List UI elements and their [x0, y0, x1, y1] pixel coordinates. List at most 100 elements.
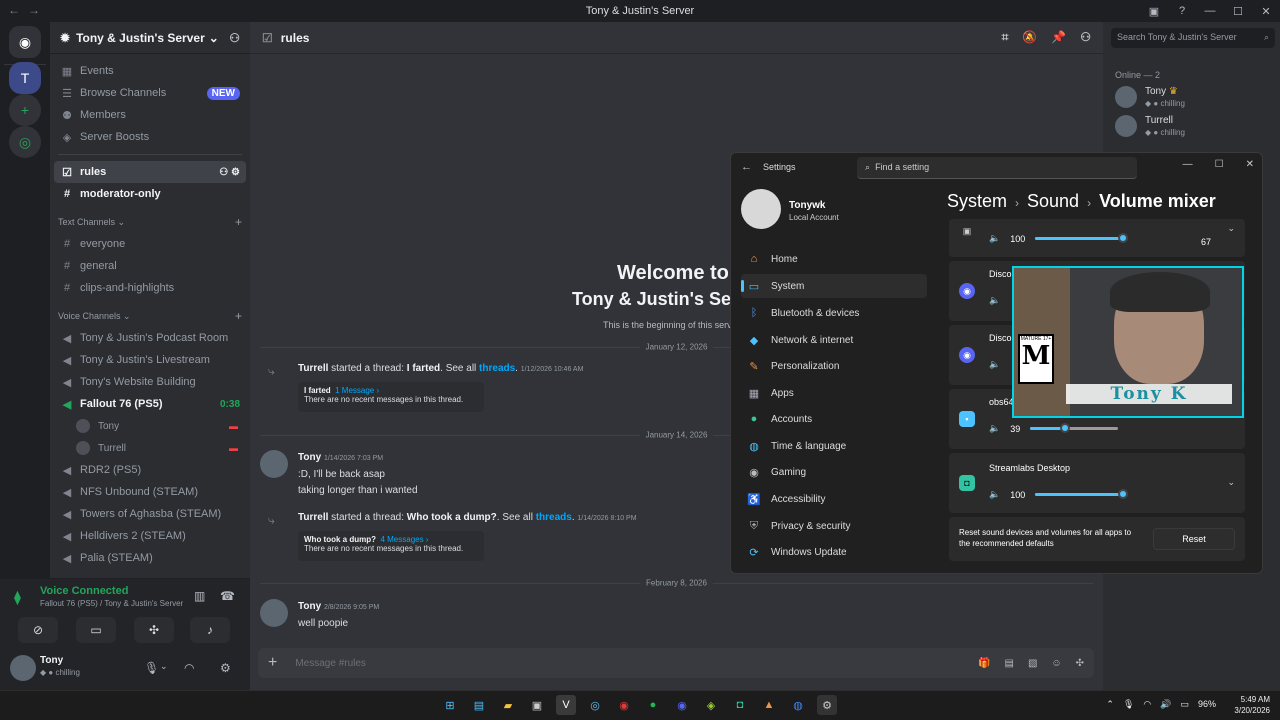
minimize-icon[interactable]: —: [1183, 159, 1193, 170]
menu-server-boosts[interactable]: ◈ Server Boosts: [54, 126, 246, 148]
nav-home[interactable]: ⌂ Home: [741, 247, 927, 271]
channel-actions-icon[interactable]: ⚇ ⚙: [219, 167, 240, 178]
inbox-icon[interactable]: ▣: [1140, 5, 1168, 18]
gift-icon[interactable]: 🎁: [978, 658, 990, 669]
maximize-icon[interactable]: ☐: [1224, 5, 1252, 18]
battery-icon[interactable]: ▭: [1180, 699, 1189, 710]
server-header[interactable]: ✹ Tony & Justin's Server ⌄ ⚇: [50, 22, 250, 54]
app-icon[interactable]: ◉: [614, 695, 634, 715]
help-icon[interactable]: ?: [1168, 5, 1196, 17]
soundboard-button[interactable]: ♪: [190, 617, 230, 643]
screen-share-button[interactable]: ▭: [76, 617, 116, 643]
voice-user[interactable]: Turrell ▬: [50, 437, 250, 459]
add-channel-icon[interactable]: +: [235, 215, 242, 229]
message-input[interactable]: + Message #rules 🎁 ▤ ▧ ☺ ✣: [258, 648, 1094, 678]
maximize-icon[interactable]: ☐: [1215, 159, 1224, 170]
server-icon[interactable]: T: [9, 62, 41, 94]
voice-channel-active[interactable]: ◀ Fallout 76 (PS5) 0:38: [54, 393, 246, 415]
menu-browse-channels[interactable]: ☰ Browse Channels NEW: [54, 82, 246, 104]
noise-icon[interactable]: ▥: [194, 589, 205, 603]
chevron-down-icon[interactable]: ⌄: [160, 661, 168, 672]
nav-system[interactable]: ▭ System: [741, 274, 927, 298]
volume-control[interactable]: 🔈 100: [989, 233, 1129, 244]
discord-home-icon[interactable]: ◉: [9, 26, 41, 58]
chrome-icon[interactable]: ◍: [788, 695, 808, 715]
channel-moderator-only[interactable]: # moderator-only: [54, 183, 246, 205]
nav-personalization[interactable]: ✎ Personalization: [741, 354, 927, 378]
voice-channel[interactable]: ◀ Helldivers 2 (STEAM): [54, 525, 246, 547]
menu-events[interactable]: ▦ Events: [54, 60, 246, 82]
speaker-icon[interactable]: 🔈: [989, 295, 1000, 306]
voice-channel[interactable]: ◀ Tony & Justin's Podcast Room: [54, 327, 246, 349]
nav-accounts[interactable]: ● Accounts: [741, 407, 927, 431]
nav-bluetooth[interactable]: ᛒ Bluetooth & devices: [741, 301, 927, 325]
voice-status[interactable]: Voice Connected: [40, 585, 128, 597]
volume-icon[interactable]: 🔊: [1160, 699, 1171, 710]
activities-button[interactable]: ✣: [134, 617, 174, 643]
channel-everyone[interactable]: # everyone: [54, 233, 246, 255]
nav-windows-update[interactable]: ⟳ Windows Update: [741, 540, 927, 564]
settings-icon[interactable]: ⚙: [817, 695, 837, 715]
channel-clips[interactable]: # clips-and-highlights: [54, 277, 246, 299]
voice-channel[interactable]: ◀ NFS Unbound (STEAM): [54, 481, 246, 503]
apps-icon[interactable]: ✣: [1076, 658, 1084, 669]
microphone-icon[interactable]: 🎙: [1123, 699, 1134, 710]
mute-icon[interactable]: 🔕: [1022, 30, 1037, 45]
avatar[interactable]: [260, 599, 288, 627]
camera-off-button[interactable]: ⊘: [18, 617, 58, 643]
emoji-icon[interactable]: ☺: [1051, 658, 1061, 669]
chevron-down-icon[interactable]: ⌄: [1227, 477, 1235, 488]
voice-channel[interactable]: ◀ Towers of Aghasba (STEAM): [54, 503, 246, 525]
chevron-down-icon[interactable]: ⌄: [1227, 223, 1235, 234]
back-arrow-icon[interactable]: ←: [741, 161, 752, 173]
reset-button[interactable]: Reset: [1153, 528, 1235, 550]
voice-channel[interactable]: ◀ Tony & Justin's Livestream: [54, 349, 246, 371]
nav-gaming[interactable]: ◉ Gaming: [741, 460, 927, 484]
microphone-icon[interactable]: 🎙: [144, 661, 159, 675]
steam-icon[interactable]: ◎: [585, 695, 605, 715]
member-list-icon[interactable]: ⚇: [1080, 30, 1091, 45]
voice-location[interactable]: Fallout 76 (PS5) / Tony & Justin's Serve…: [40, 599, 183, 608]
settings-search-input[interactable]: ⌕ Find a setting: [857, 157, 1137, 179]
voice-channel[interactable]: ◀ RDR2 (PS5): [54, 459, 246, 481]
category-text-channels[interactable]: Text Channels ⌄ +: [50, 211, 250, 233]
speaker-icon[interactable]: 🔈: [989, 359, 1000, 370]
breadcrumb-system[interactable]: System: [947, 191, 1007, 211]
avatar[interactable]: [10, 655, 36, 681]
gear-icon[interactable]: ⚙: [220, 661, 231, 675]
headphones-icon[interactable]: ◠: [184, 661, 194, 675]
close-icon[interactable]: ✕: [1246, 159, 1254, 170]
nav-accessibility[interactable]: ♿ Accessibility: [741, 487, 927, 511]
channel-rules[interactable]: ☑ rules ⚇ ⚙: [54, 161, 246, 183]
spotify-icon[interactable]: ●: [643, 695, 663, 715]
volume-control[interactable]: 🔈 39: [989, 423, 1119, 434]
start-icon[interactable]: ⊞: [440, 695, 460, 715]
user-avatar[interactable]: [741, 189, 781, 229]
add-server-icon[interactable]: +: [9, 94, 41, 126]
channel-general[interactable]: # general: [54, 255, 246, 277]
clock[interactable]: 5:49 AM 3/20/2026: [1234, 694, 1270, 716]
app-icon[interactable]: ◈: [701, 695, 721, 715]
discover-icon[interactable]: ◎: [9, 126, 41, 158]
sticker-icon[interactable]: ▧: [1028, 658, 1037, 669]
menu-members[interactable]: ⚉ Members: [54, 104, 246, 126]
nav-privacy[interactable]: ⛨ Privacy & security: [741, 514, 927, 538]
close-icon[interactable]: ✕: [1252, 5, 1280, 18]
member-item[interactable]: Tony ♛ ◆ ● chilling: [1115, 84, 1275, 112]
file-explorer-icon[interactable]: ▰: [498, 695, 518, 715]
volume-slider[interactable]: [1030, 423, 1119, 433]
invite-icon[interactable]: ⚇: [229, 31, 240, 45]
add-channel-icon[interactable]: +: [235, 309, 242, 323]
pin-icon[interactable]: 📌: [1051, 30, 1066, 45]
voice-channel[interactable]: ◀ Palia (STEAM): [54, 547, 246, 569]
app-icon[interactable]: V: [556, 695, 576, 715]
disconnect-icon[interactable]: ☎: [220, 589, 235, 603]
nav-network[interactable]: ◆ Network & internet: [741, 328, 927, 352]
streamlabs-icon[interactable]: ◘: [730, 695, 750, 715]
voice-channel[interactable]: ◀ Tony's Website Building: [54, 371, 246, 393]
category-voice-channels[interactable]: Voice Channels ⌄ +: [50, 305, 250, 327]
member-item[interactable]: Turrell ◆ ● chilling: [1115, 113, 1275, 141]
chevron-up-icon[interactable]: ⌃: [1106, 699, 1114, 710]
widgets-icon[interactable]: ▤: [469, 695, 489, 715]
volume-slider[interactable]: [1035, 489, 1129, 499]
